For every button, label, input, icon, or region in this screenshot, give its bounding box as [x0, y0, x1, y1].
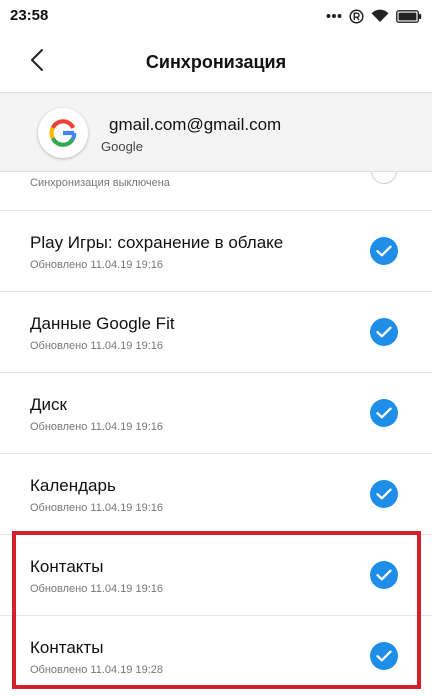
checkmark-icon[interactable] — [370, 399, 398, 427]
sync-item-google-fit[interactable]: Данные Google Fit Обновлено 11.04.19 19:… — [0, 292, 432, 373]
sync-item-subtitle: Синхронизация выключена — [30, 177, 170, 189]
sync-item-subtitle: Обновлено 11.04.19 19:16 — [30, 583, 164, 595]
sync-item-contacts[interactable]: Контакты Обновлено 11.04.19 19:28 — [0, 616, 432, 696]
sync-item-drive[interactable]: Диск Обновлено 11.04.19 19:16 — [0, 373, 432, 454]
sync-item-subtitle: Обновлено 11.04.19 19:28 — [30, 664, 164, 676]
sync-item-title: Контакты — [30, 557, 104, 576]
sync-item-title: Диск — [30, 395, 67, 414]
account-banner: gmail.com@gmail.com Google — [0, 92, 432, 172]
status-bar: 23:58 — [0, 0, 432, 32]
status-time: 23:58 — [10, 7, 49, 24]
checkmark-icon[interactable] — [370, 480, 398, 508]
sync-list: Синхронизация выключена Play Игры: сохра… — [0, 172, 432, 696]
google-logo-icon — [38, 108, 88, 158]
sync-item-title: Контакты — [30, 638, 104, 657]
checkmark-icon[interactable] — [370, 642, 398, 670]
wifi-icon — [371, 9, 389, 23]
page-title: Синхронизация — [145, 52, 287, 72]
account-email: gmail.com@gmail.com — [109, 115, 282, 134]
sync-item-contacts[interactable]: Контакты Обновлено 11.04.19 19:16 — [0, 535, 432, 616]
checkmark-icon[interactable] — [370, 318, 398, 346]
sync-item-play-games[interactable]: Play Игры: сохранение в облаке Обновлено… — [0, 211, 432, 292]
registered-icon — [349, 8, 364, 24]
status-icons — [326, 6, 422, 26]
app-header: Синхронизация — [0, 32, 432, 92]
checkmark-icon[interactable] — [370, 561, 398, 589]
sync-item-partial[interactable]: Синхронизация выключена — [0, 172, 432, 211]
battery-icon — [396, 9, 422, 23]
dots-icon — [326, 13, 342, 19]
sync-item-subtitle: Обновлено 11.04.19 19:16 — [30, 421, 164, 433]
sync-item-subtitle: Обновлено 11.04.19 19:16 — [30, 340, 164, 352]
sync-item-title: Данные Google Fit — [30, 314, 175, 333]
sync-toggle-off[interactable] — [371, 172, 397, 184]
sync-item-subtitle: Обновлено 11.04.19 19:16 — [30, 259, 164, 271]
sync-item-title: Календарь — [30, 476, 116, 495]
checkmark-icon[interactable] — [370, 237, 398, 265]
sync-item-title: Play Игры: сохранение в облаке — [30, 233, 284, 252]
sync-item-subtitle: Обновлено 11.04.19 19:16 — [30, 502, 164, 514]
sync-item-calendar[interactable]: Календарь Обновлено 11.04.19 19:16 — [0, 454, 432, 535]
account-provider: Google — [101, 139, 143, 154]
